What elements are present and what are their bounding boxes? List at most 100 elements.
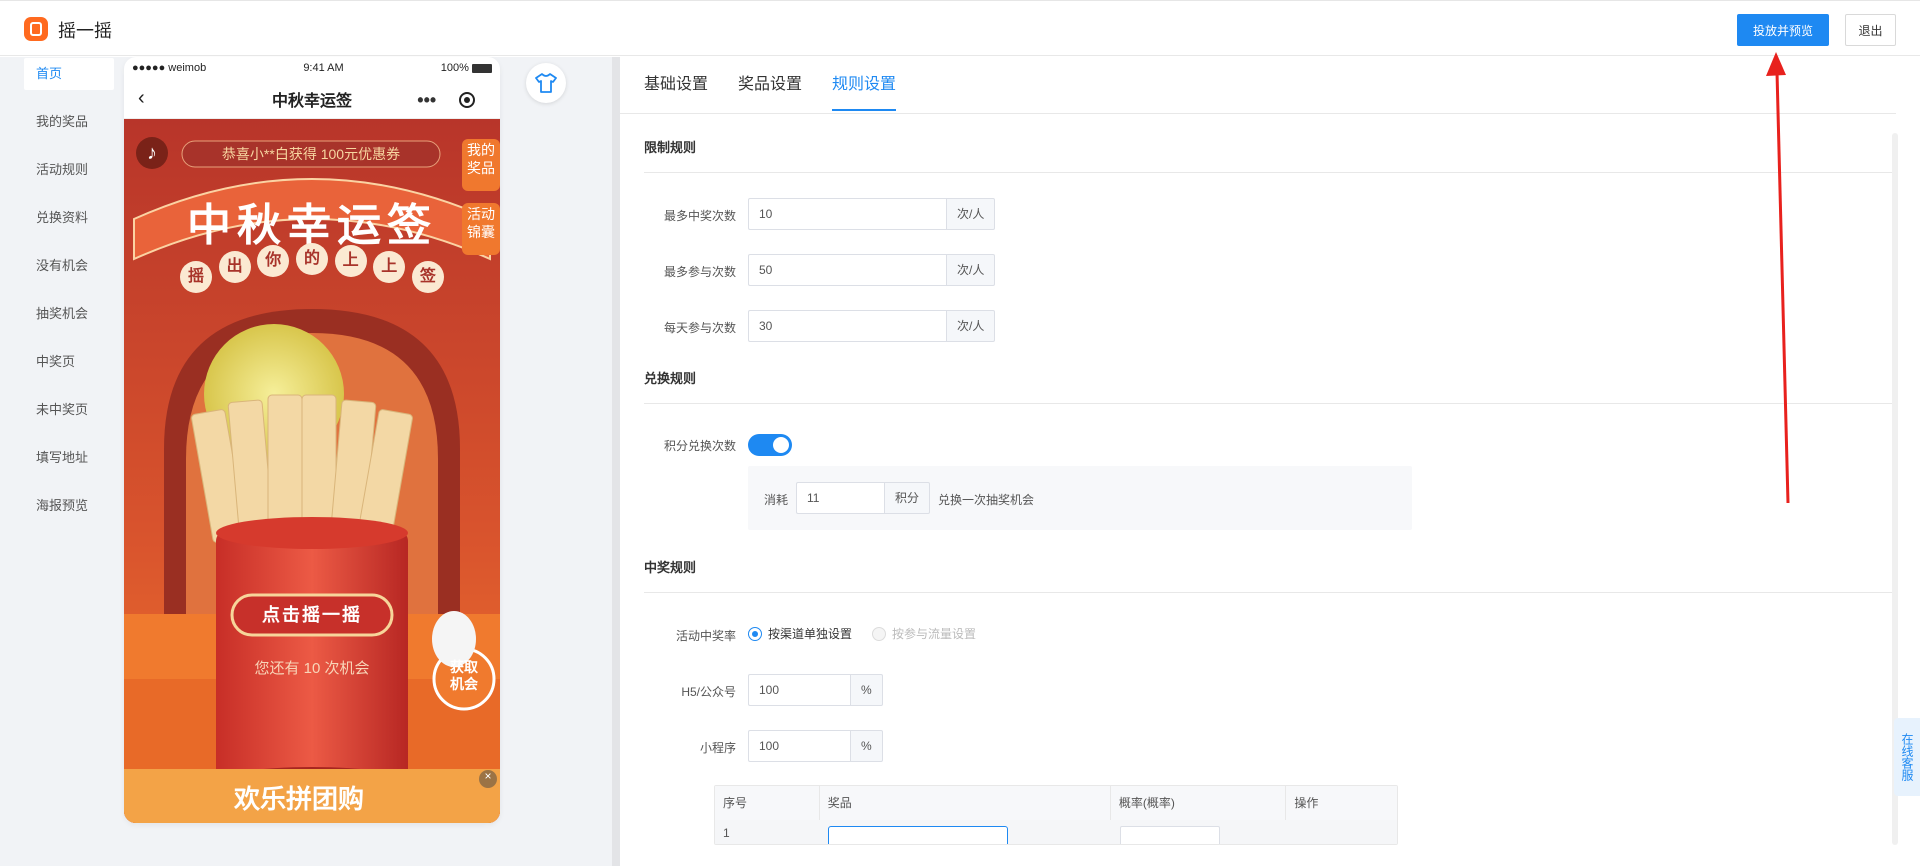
daily-join-input[interactable]: 30 bbox=[748, 310, 946, 342]
exchange-config-box: 消耗 11 积分 兑换一次抽奖机会 bbox=[748, 466, 1412, 530]
nav-item-poster-preview[interactable]: 海报预览 bbox=[24, 489, 114, 537]
unit-suffix: 次/人 bbox=[946, 198, 996, 230]
target-icon[interactable] bbox=[458, 92, 475, 108]
banner-subtitle: 摇 出 你 的 上 上 签 bbox=[180, 243, 444, 293]
winner-marquee: 恭喜小**白获得 100元优惠券 bbox=[221, 146, 401, 162]
publish-preview-button[interactable]: 投放并预览 bbox=[1737, 14, 1829, 46]
subtitle-char: 你 bbox=[257, 245, 290, 277]
top-bar: 摇一摇 投放并预览 退出 bbox=[0, 0, 1920, 56]
nav-item-no-chance[interactable]: 没有机会 bbox=[24, 249, 114, 297]
prize-table: 序号 奖品 概率(概率) 操作 1 bbox=[714, 785, 1398, 845]
music-icon[interactable]: ♪ bbox=[136, 137, 168, 169]
percent-suffix: % bbox=[850, 730, 883, 762]
nav-item-draw-chance[interactable]: 抽奖机会 bbox=[24, 297, 114, 345]
section-win-rules: 中奖规则 bbox=[644, 560, 697, 575]
subtitle-char: 上 bbox=[334, 245, 367, 277]
remaining-chances: 您还有 10 次机会 bbox=[254, 660, 370, 677]
nav-item-my-prizes[interactable]: 我的奖品 bbox=[24, 105, 114, 153]
page-nav: 首页 我的奖品 活动规则 兑换资料 没有机会 抽奖机会 中奖页 未中奖页 填写地… bbox=[24, 57, 114, 537]
max-win-input[interactable]: 10 bbox=[748, 198, 946, 230]
points-suffix: 积分 bbox=[884, 482, 931, 514]
nav-item-exchange-info[interactable]: 兑换资料 bbox=[24, 201, 114, 249]
nav-item-address[interactable]: 填写地址 bbox=[24, 441, 114, 489]
points-exchange-toggle[interactable] bbox=[748, 434, 792, 456]
settings-panel: 基础设置 奖品设置 规则设置 限制规则 最多中奖次数 10 次/人 最多参与次数… bbox=[620, 57, 1920, 866]
radio-label: 按参与流量设置 bbox=[892, 627, 977, 641]
daily-join-label: 每天参与次数 bbox=[663, 321, 736, 335]
points-field: 11 积分 bbox=[796, 482, 931, 514]
radio-label: 按渠道单独设置 bbox=[768, 627, 853, 641]
h5-rate-input[interactable]: 100 bbox=[748, 674, 850, 706]
exit-button[interactable]: 退出 bbox=[1845, 14, 1896, 46]
col-probability: 概率(概率) bbox=[1111, 786, 1287, 820]
nav-item-rules[interactable]: 活动规则 bbox=[24, 153, 114, 201]
max-join-label: 最多参与次数 bbox=[663, 265, 736, 279]
max-win-field: 10 次/人 bbox=[748, 198, 996, 230]
max-join-input[interactable]: 50 bbox=[748, 254, 946, 286]
subtitle-char: 出 bbox=[218, 251, 251, 283]
shake-button[interactable]: 点击摇一摇 bbox=[232, 595, 392, 635]
col-action: 操作 bbox=[1294, 796, 1319, 810]
subtitle-char: 签 bbox=[411, 261, 444, 293]
table-header: 序号 奖品 概率(概率) 操作 bbox=[715, 786, 1397, 820]
customer-service-button[interactable]: 在线客服 bbox=[1894, 718, 1920, 796]
subtitle-char: 的 bbox=[295, 243, 328, 275]
radio-by-channel[interactable]: 按渠道单独设置 bbox=[748, 625, 852, 642]
back-icon[interactable]: ‹ bbox=[138, 87, 145, 110]
max-win-label: 最多中奖次数 bbox=[663, 209, 736, 223]
tshirt-icon[interactable] bbox=[526, 63, 566, 103]
activity-tips-button[interactable]: 活动锦囊 bbox=[466, 205, 496, 241]
radio-dot bbox=[872, 626, 886, 641]
phone-nav-title: 中秋幸运签 bbox=[271, 92, 352, 110]
probability-input[interactable] bbox=[1120, 826, 1220, 844]
settings-tabs: 基础设置 奖品设置 规则设置 bbox=[644, 57, 926, 111]
phone-preview: ●●●●● weimob 9:41 AM 100% ‹ 中秋幸运签 ••• 恭喜… bbox=[124, 57, 500, 823]
daily-join-field: 30 次/人 bbox=[748, 310, 996, 342]
app-logo-icon bbox=[24, 17, 48, 41]
h5-field: 100 % bbox=[748, 674, 883, 706]
points-input[interactable]: 11 bbox=[796, 482, 884, 514]
consume-label: 消耗 bbox=[764, 493, 789, 507]
win-rate-label: 活动中奖率 bbox=[675, 629, 736, 643]
tab-prize-settings[interactable]: 奖品设置 bbox=[738, 57, 802, 111]
tab-rule-settings[interactable]: 规则设置 bbox=[832, 57, 897, 111]
battery-icon bbox=[472, 63, 492, 73]
mini-capsule: ••• bbox=[406, 87, 486, 113]
section-limit-rules: 限制规则 bbox=[644, 140, 697, 155]
mini-rate-input[interactable]: 100 bbox=[748, 730, 850, 762]
col-index: 序号 bbox=[715, 786, 820, 820]
mini-program-label: 小程序 bbox=[699, 741, 736, 755]
radio-dot bbox=[748, 626, 762, 641]
unit-suffix: 次/人 bbox=[946, 310, 996, 342]
app-title: 摇一摇 bbox=[58, 21, 112, 41]
my-prize-button[interactable]: 我的奖品 bbox=[466, 141, 496, 177]
divider bbox=[644, 403, 1892, 404]
tabs-divider bbox=[620, 113, 1896, 114]
subtitle-char: 摇 bbox=[180, 261, 212, 293]
carrier-text: ●●●●● weimob bbox=[132, 62, 207, 74]
tab-basic-settings[interactable]: 基础设置 bbox=[644, 57, 708, 111]
h5-label: H5/公众号 bbox=[681, 685, 736, 699]
panel-divider[interactable] bbox=[612, 57, 620, 866]
table-row: 1 bbox=[715, 820, 1397, 844]
prize-select[interactable] bbox=[828, 826, 1008, 844]
divider bbox=[644, 592, 1892, 593]
activity-poster: 恭喜小**白获得 100元优惠券 ♪ 我的奖品 活动锦囊 中秋幸运签 摇 出 你… bbox=[124, 119, 500, 823]
close-icon[interactable]: × bbox=[481, 769, 495, 783]
divider bbox=[644, 172, 1892, 173]
section-exchange-rules: 兑换规则 bbox=[644, 371, 697, 386]
points-exchange-label: 积分兑换次数 bbox=[663, 439, 736, 453]
exchange-desc: 兑换一次抽奖机会 bbox=[938, 493, 1035, 507]
nav-item-win-page[interactable]: 中奖页 bbox=[24, 345, 114, 393]
nav-item-home[interactable]: 首页 bbox=[24, 58, 114, 90]
unit-suffix: 次/人 bbox=[946, 254, 996, 286]
subtitle-char: 上 bbox=[373, 251, 406, 283]
radio-by-traffic[interactable]: 按参与流量设置 bbox=[872, 625, 976, 642]
more-icon[interactable]: ••• bbox=[417, 90, 436, 111]
nav-item-lose-page[interactable]: 未中奖页 bbox=[24, 393, 114, 441]
max-join-field: 50 次/人 bbox=[748, 254, 996, 286]
get-chance-button[interactable]: 获取机会 bbox=[446, 659, 482, 693]
phone-nav-bar: ‹ 中秋幸运签 ••• bbox=[124, 79, 500, 119]
group-buy-banner[interactable]: 欢乐拼团购 bbox=[234, 779, 364, 816]
mini-program-field: 100 % bbox=[748, 730, 883, 762]
